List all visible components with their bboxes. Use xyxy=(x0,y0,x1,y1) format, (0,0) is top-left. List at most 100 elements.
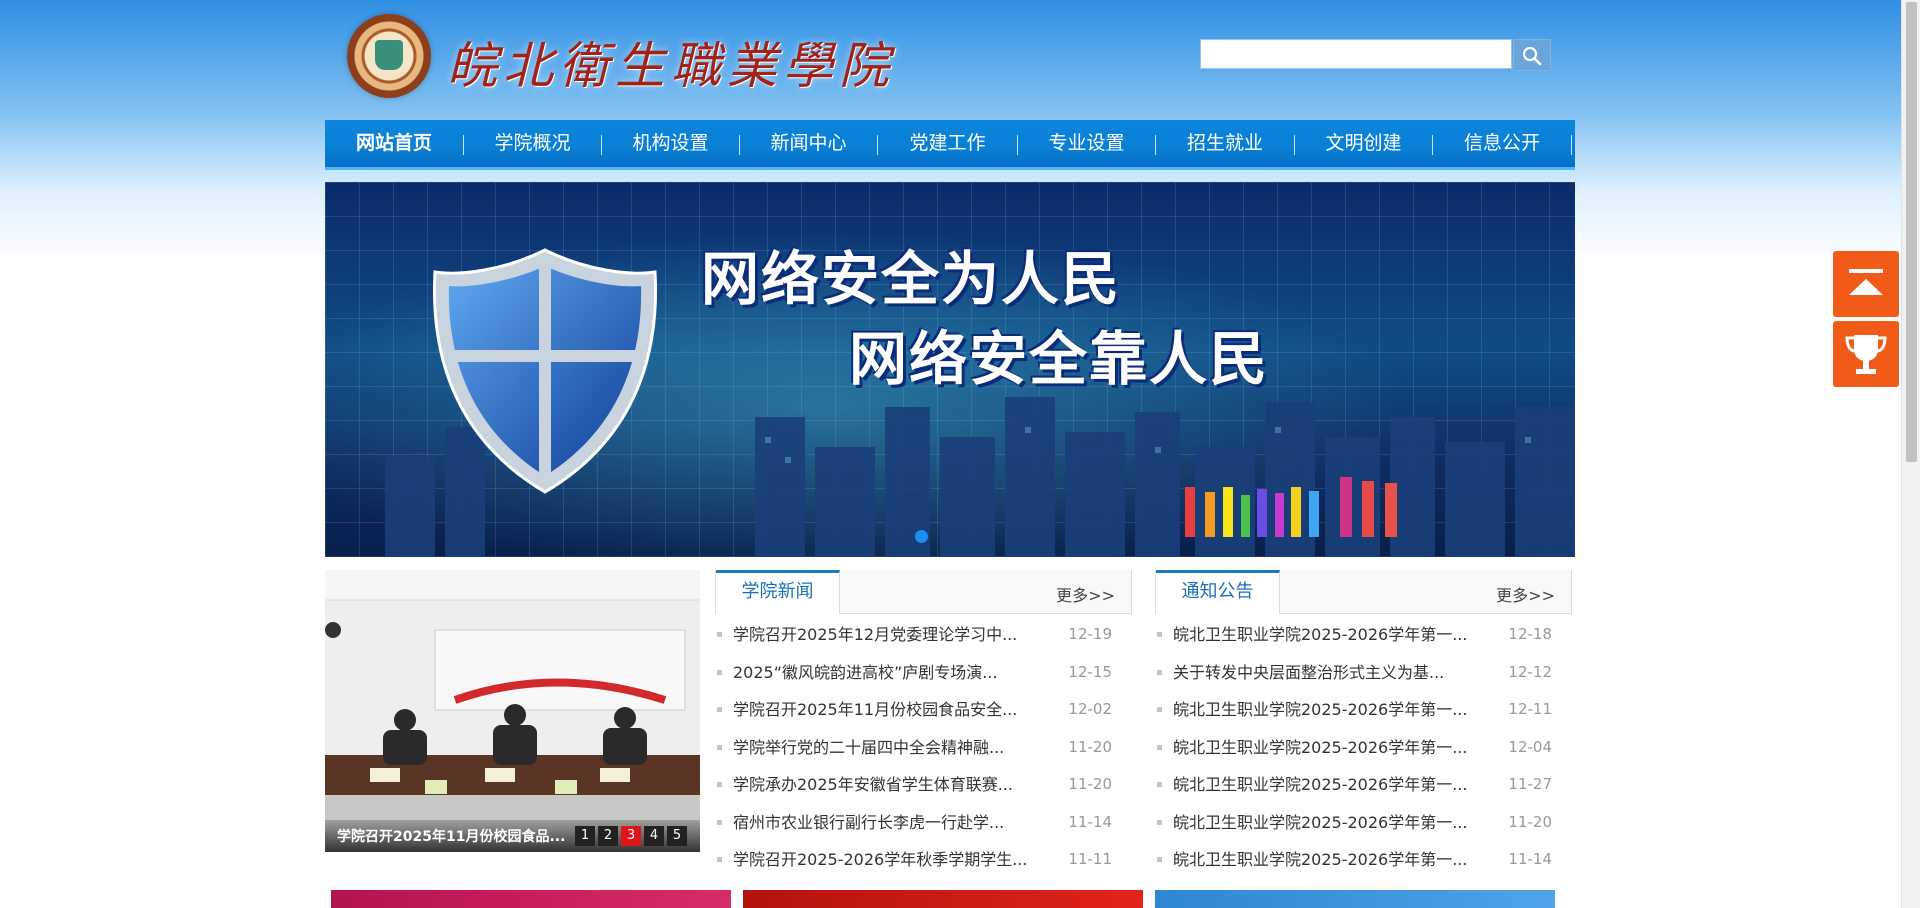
news-title[interactable]: 学院召开2025年11月份校园食品安全... xyxy=(733,691,1063,729)
bullet-icon xyxy=(717,857,722,862)
list-item[interactable]: 学院承办2025年安徽省学生体育联赛... 11-20 xyxy=(715,766,1132,804)
slider-page-2[interactable]: 2 xyxy=(598,826,618,846)
shield-graphic xyxy=(432,248,658,494)
notice-date: 12-04 xyxy=(1508,737,1552,756)
nav-item-admissions[interactable]: 招生就业 xyxy=(1156,120,1294,167)
news-date: 11-11 xyxy=(1068,850,1112,868)
nav-item-majors[interactable]: 专业设置 xyxy=(1018,120,1155,167)
banner-slogan-line2: 网络安全靠人民 xyxy=(849,325,1270,393)
search-button[interactable] xyxy=(1513,39,1551,71)
notice-title[interactable]: 皖北卫生职业学院2025-2026学年第一... xyxy=(1173,841,1503,879)
notice-title[interactable]: 关于转发中央层面整治形式主义为基... xyxy=(1173,654,1503,692)
news-title[interactable]: 学院召开2025年12月党委理论学习中... xyxy=(733,616,1063,654)
search-input[interactable] xyxy=(1200,39,1512,69)
list-item[interactable]: 关于转发中央层面整治形式主义为基... 12-12 xyxy=(1155,654,1572,692)
bullet-icon xyxy=(1157,632,1162,637)
news-date: 11-20 xyxy=(1068,737,1112,756)
slider-page-3[interactable]: 3 xyxy=(621,826,641,846)
tab-college-news[interactable]: 学院新闻 xyxy=(716,570,840,614)
tab-notices[interactable]: 通知公告 xyxy=(1156,570,1280,614)
notices-more-link[interactable]: 更多>> xyxy=(1496,582,1555,606)
list-item[interactable]: 皖北卫生职业学院2025-2026学年第一... 12-04 xyxy=(1155,729,1572,767)
trophy-button[interactable] xyxy=(1833,321,1899,387)
news-photo-slider[interactable]: 学院召开2025年11月份校园食品... 1 2 3 4 5 xyxy=(325,570,700,852)
bullet-icon xyxy=(717,744,722,750)
nav-item-about[interactable]: 学院概况 xyxy=(464,120,601,167)
news-date: 11-20 xyxy=(1068,775,1112,793)
notice-title[interactable]: 皖北卫生职业学院2025-2026学年第一... xyxy=(1173,766,1503,804)
bullet-icon xyxy=(717,632,722,637)
nav-item-party[interactable]: 党建工作 xyxy=(878,120,1017,167)
promo-banner-1[interactable] xyxy=(331,890,731,908)
brand-text: 皖北衛生職業學院 xyxy=(447,37,895,95)
news-title[interactable]: 学院举行党的二十届四中全会精神融... xyxy=(733,729,1063,767)
banner-slide-indicator[interactable] xyxy=(915,530,928,543)
search-box xyxy=(1200,39,1551,71)
list-item[interactable]: 学院召开2025-2026学年秋季学期学生... 11-11 xyxy=(715,841,1132,879)
notice-date: 12-12 xyxy=(1508,662,1552,681)
list-item[interactable]: 学院召开2025年12月党委理论学习中... 12-19 xyxy=(715,616,1132,654)
notices-list: 皖北卫生职业学院2025-2026学年第一... 12-18 关于转发中央层面整治… xyxy=(1155,616,1572,879)
notice-title[interactable]: 皖北卫生职业学院2025-2026学年第一... xyxy=(1173,616,1503,654)
news-date: 12-02 xyxy=(1068,700,1112,718)
list-item[interactable]: 宿州市农业银行副行长李虎一行赴学... 11-14 xyxy=(715,804,1132,842)
nav-divider xyxy=(1571,135,1572,155)
list-item[interactable]: 皖北卫生职业学院2025-2026学年第一... 11-20 xyxy=(1155,804,1572,842)
list-item[interactable]: 皖北卫生职业学院2025-2026学年第一... 12-11 xyxy=(1155,691,1572,729)
bullet-icon xyxy=(1157,782,1162,787)
nav-item-civilization[interactable]: 文明创建 xyxy=(1295,120,1432,167)
nav-item-home[interactable]: 网站首页 xyxy=(325,120,463,167)
main-nav: 网站首页 学院概况 机构设置 新闻中心 党建工作 专业设置 招生就业 文明创建 … xyxy=(325,120,1575,170)
list-item[interactable]: 2025“徽风皖韵进高校”庐剧专场演... 12-15 xyxy=(715,654,1132,692)
news-list: 学院召开2025年12月党委理论学习中... 12-19 2025“徽风皖韵进高校… xyxy=(715,616,1132,879)
list-item[interactable]: 皖北卫生职业学院2025-2026学年第一... 12-18 xyxy=(1155,616,1572,654)
nav-item-departments[interactable]: 机构设置 xyxy=(602,120,739,167)
notice-title[interactable]: 皖北卫生职业学院2025-2026学年第一... xyxy=(1173,691,1503,729)
site-logo[interactable]: 皖北衛生職業學院 xyxy=(347,14,889,100)
slider-page-5[interactable]: 5 xyxy=(667,826,687,846)
list-item[interactable]: 皖北卫生职业学院2025-2026学年第一... 11-14 xyxy=(1155,841,1572,879)
notice-title[interactable]: 皖北卫生职业学院2025-2026学年第一... xyxy=(1173,804,1503,842)
back-to-top-button[interactable] xyxy=(1833,251,1899,317)
nav-item-news[interactable]: 新闻中心 xyxy=(740,120,877,167)
panel-header: 通知公告 更多>> xyxy=(1155,570,1572,614)
hero-banner[interactable]: 网络安全为人民 网络安全靠人民 xyxy=(325,182,1575,557)
page-scrollbar[interactable] xyxy=(1901,0,1920,908)
bullet-icon xyxy=(1157,819,1162,825)
search-icon xyxy=(1522,46,1542,66)
news-title[interactable]: 宿州市农业银行副行长李虎一行赴学... xyxy=(733,804,1063,842)
news-date: 11-14 xyxy=(1068,812,1112,831)
notice-date: 12-11 xyxy=(1508,700,1552,718)
promo-banner-2[interactable] xyxy=(743,890,1143,908)
bullet-icon xyxy=(717,782,722,787)
list-item[interactable]: 学院召开2025年11月份校园食品安全... 12-02 xyxy=(715,691,1132,729)
notice-date: 11-27 xyxy=(1508,775,1552,793)
slider-page-4[interactable]: 4 xyxy=(644,826,664,846)
news-title[interactable]: 学院承办2025年安徽省学生体育联赛... xyxy=(733,766,1063,804)
meeting-photo xyxy=(325,570,700,852)
list-item[interactable]: 皖北卫生职业学院2025-2026学年第一... 11-27 xyxy=(1155,766,1572,804)
news-more-link[interactable]: 更多>> xyxy=(1056,582,1115,606)
notice-title[interactable]: 皖北卫生职业学院2025-2026学年第一... xyxy=(1173,729,1503,767)
college-seal-icon xyxy=(347,14,431,98)
promo-banner-3[interactable] xyxy=(1155,890,1555,908)
banner-slogan-line1: 网络安全为人民 xyxy=(701,245,1122,313)
news-title[interactable]: 2025“徽风皖韵进高校”庐剧专场演... xyxy=(733,654,1063,692)
bullet-icon xyxy=(1157,744,1162,750)
page-container: 皖北衛生職業學院 网站首页 学院概况 机构设置 新闻中心 党建工作 专业设置 招… xyxy=(325,0,1575,908)
bullet-icon xyxy=(1157,669,1162,675)
bullet-icon xyxy=(1157,857,1162,862)
notice-date: 11-14 xyxy=(1508,850,1552,868)
news-title[interactable]: 学院召开2025-2026学年秋季学期学生... xyxy=(733,841,1063,879)
bullet-icon xyxy=(717,707,722,712)
notice-date: 12-18 xyxy=(1508,625,1552,643)
list-item[interactable]: 学院举行党的二十届四中全会精神融... 11-20 xyxy=(715,729,1132,767)
scrollbar-thumb[interactable] xyxy=(1906,2,1917,462)
photo-caption-title[interactable]: 学院召开2025年11月份校园食品... xyxy=(337,826,577,846)
bullet-icon xyxy=(717,669,722,675)
back-to-top-icon xyxy=(1849,269,1883,295)
photo-caption-bar: 学院召开2025年11月份校园食品... 1 2 3 4 5 xyxy=(325,820,700,852)
trophy-icon xyxy=(1845,335,1887,374)
nav-item-disclosure[interactable]: 信息公开 xyxy=(1433,120,1571,167)
slider-page-1[interactable]: 1 xyxy=(575,826,595,846)
